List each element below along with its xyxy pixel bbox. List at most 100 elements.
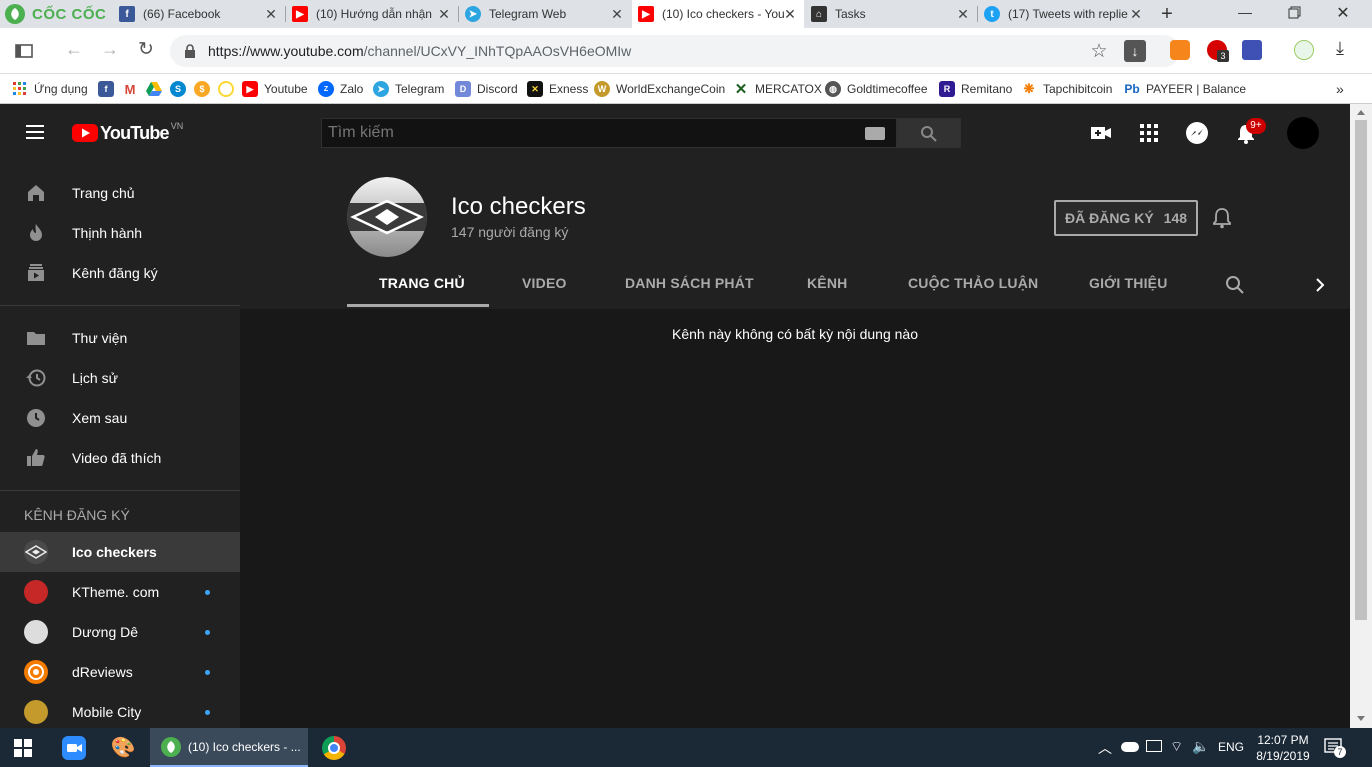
tab-about[interactable]: GIỚI THIỆU xyxy=(1089,275,1168,291)
subscribed-button[interactable]: ĐÃ ĐĂNG KÝ 148 xyxy=(1054,200,1198,236)
minimize-icon[interactable]: — xyxy=(1235,4,1255,24)
close-icon[interactable]: ✕ xyxy=(436,6,452,22)
youtube-logo[interactable]: YouTube VN xyxy=(72,121,183,144)
sidebar-item-trending[interactable]: Thịnh hành xyxy=(0,213,240,253)
bookmark-star-icon[interactable]: ☆ xyxy=(1088,40,1110,62)
extension-icon[interactable] xyxy=(1242,40,1262,60)
bookmark-telegram[interactable]: ➤ Telegram xyxy=(373,80,444,98)
lock-icon xyxy=(184,44,196,58)
sidebar-sub-ico-checkers[interactable]: Ico checkers xyxy=(0,532,240,572)
wifi-icon[interactable]: ⌔ xyxy=(1170,738,1183,756)
bookmark-goldtimecoffee[interactable]: ◍ Goldtimecoffee xyxy=(825,80,928,98)
tab-facebook[interactable]: f (66) Facebook ✕ xyxy=(113,0,285,28)
bookmark-tapchibitcoin[interactable]: ❋ Tapchibitcoin xyxy=(1021,80,1112,98)
close-icon[interactable]: ✕ xyxy=(263,6,279,22)
forward-arrow-icon[interactable]: → xyxy=(98,39,122,63)
notifications-bell-icon[interactable]: 9+ xyxy=(1235,118,1266,146)
sidebar-sub-ktheme[interactable]: KTheme. com xyxy=(0,572,240,612)
messages-icon[interactable] xyxy=(1186,122,1208,144)
bookmark-gmail[interactable]: M xyxy=(122,80,144,98)
create-video-icon[interactable] xyxy=(1090,123,1112,143)
sidebar-sub-mobile-city[interactable]: Mobile City xyxy=(0,692,240,728)
tab-videos[interactable]: VIDEO xyxy=(522,275,567,291)
bookmark-drive[interactable] xyxy=(146,80,168,98)
sidebar-item-subscriptions[interactable]: Kênh đăng ký xyxy=(0,253,240,293)
scroll-up-arrow-icon[interactable] xyxy=(1357,110,1365,115)
page-scrollbar[interactable] xyxy=(1350,104,1372,728)
bookmark-discord[interactable]: D Discord xyxy=(455,80,518,98)
tab-home[interactable]: TRANG CHỦ xyxy=(379,275,465,291)
windows-start-icon[interactable] xyxy=(14,739,32,757)
new-tab-plus-icon[interactable]: + xyxy=(1156,3,1178,25)
taskbar-coccoc-window[interactable]: (10) Ico checkers - ... xyxy=(150,728,308,767)
sidebar-item-library[interactable]: Thư viện xyxy=(0,318,240,358)
tab-tasks[interactable]: ⌂ Tasks ✕ xyxy=(805,0,977,28)
channel-search-icon[interactable] xyxy=(1225,275,1245,295)
taskbar-clock[interactable]: 12:07 PM 8/19/2019 xyxy=(1252,732,1314,764)
scrollbar-thumb[interactable] xyxy=(1355,120,1367,620)
chrome-app-icon[interactable] xyxy=(322,736,346,760)
search-input[interactable] xyxy=(321,118,897,148)
bookmark-site-b[interactable]: $ xyxy=(194,80,216,98)
metamask-extension-icon[interactable] xyxy=(1170,40,1190,60)
tab-channels[interactable]: KÊNH xyxy=(807,275,847,291)
sidebar-toggle-icon[interactable] xyxy=(14,41,34,61)
bookmark-youtube[interactable]: ▶ Youtube xyxy=(242,80,308,98)
tab-ico-checkers[interactable]: ▶ (10) Ico checkers - You ✕ xyxy=(632,0,804,28)
paint-app-icon[interactable]: 🎨 xyxy=(110,736,136,760)
hamburger-menu-icon[interactable] xyxy=(24,122,48,142)
close-icon[interactable]: ✕ xyxy=(955,6,971,22)
channel-avatar-large[interactable] xyxy=(347,177,427,257)
coccoc-logo[interactable]: CỐC CỐC xyxy=(0,0,112,28)
sidebar-item-liked-videos[interactable]: Video đã thích xyxy=(0,438,240,478)
downloads-icon[interactable]: ⤓ xyxy=(1330,38,1350,60)
input-language[interactable]: ENG xyxy=(1218,740,1244,754)
bookmark-apps[interactable]: Ứng dụng xyxy=(12,80,88,98)
bookmarks-overflow-button[interactable]: » xyxy=(1336,80,1344,98)
bookmark-site-a[interactable]: S xyxy=(170,80,192,98)
restore-icon[interactable] xyxy=(1285,3,1305,23)
tab-youtube-guide[interactable]: ▶ (10) Hướng dẫn nhận ✕ xyxy=(286,0,458,28)
sidebar-sub-duong-de[interactable]: Dương Dê xyxy=(0,612,240,652)
bookmark-payeer[interactable]: Pb PAYEER | Balance xyxy=(1124,80,1246,98)
close-icon[interactable]: ✕ xyxy=(782,6,798,22)
bookmark-remitano[interactable]: R Remitano xyxy=(939,80,1012,98)
sidebar-item-home[interactable]: Trang chủ xyxy=(0,173,240,213)
opera-extension-icon[interactable]: 3 xyxy=(1207,40,1229,62)
tray-chevron-up-icon[interactable]: ︿ xyxy=(1098,738,1112,758)
sidebar-sub-dreviews[interactable]: dReviews xyxy=(0,652,240,692)
back-arrow-icon[interactable]: ← xyxy=(62,39,86,63)
scroll-down-arrow-icon[interactable] xyxy=(1357,716,1365,721)
bookmark-site-c[interactable] xyxy=(218,80,240,98)
tab-playlists[interactable]: DANH SÁCH PHÁT xyxy=(625,275,754,291)
keyboard-icon[interactable] xyxy=(865,127,885,140)
bookmark-facebook[interactable]: f xyxy=(98,80,120,98)
account-avatar[interactable] xyxy=(1287,117,1319,149)
onedrive-cloud-icon[interactable] xyxy=(1121,742,1139,752)
tab-discussion[interactable]: CUỘC THẢO LUẬN xyxy=(908,275,1038,291)
zoom-app-icon[interactable] xyxy=(62,736,86,760)
search-button[interactable] xyxy=(897,118,961,148)
action-center-icon[interactable]: 7 xyxy=(1324,738,1346,758)
battery-icon[interactable] xyxy=(1146,740,1162,752)
notification-bell-icon[interactable] xyxy=(1211,206,1233,230)
bookmark-mercatox[interactable]: ✕ MERCATOX xyxy=(733,80,822,98)
reload-icon[interactable]: ↻ xyxy=(134,38,158,62)
close-icon[interactable]: ✕ xyxy=(1128,6,1144,22)
search-field[interactable] xyxy=(328,123,848,143)
chevron-right-icon[interactable] xyxy=(1313,276,1327,294)
speaker-volume-icon[interactable]: 🔈 xyxy=(1192,738,1209,755)
apps-icon[interactable] xyxy=(1139,123,1159,143)
bookmark-zalo[interactable]: Z Zalo xyxy=(318,80,363,98)
bookmark-exness[interactable]: ✕ Exness xyxy=(527,80,588,98)
close-icon[interactable]: ✕ xyxy=(609,6,625,22)
sidebar-item-watch-later[interactable]: Xem sau xyxy=(0,398,240,438)
tab-twitter[interactable]: t (17) Tweets with replie ✕ xyxy=(978,0,1150,28)
window-close-icon[interactable]: ✕ xyxy=(1333,3,1353,23)
address-bar[interactable]: https://www.youtube.com/channel/UCxVY_IN… xyxy=(170,35,1180,67)
profile-extension-icon[interactable] xyxy=(1294,40,1314,60)
tab-telegram[interactable]: ➤ Telegram Web ✕ xyxy=(459,0,631,28)
bookmark-worldexchangecoin[interactable]: W WorldExchangeCoin xyxy=(594,80,725,98)
download-page-icon[interactable]: ↓ xyxy=(1124,40,1146,62)
sidebar-item-history[interactable]: Lịch sử xyxy=(0,358,240,398)
